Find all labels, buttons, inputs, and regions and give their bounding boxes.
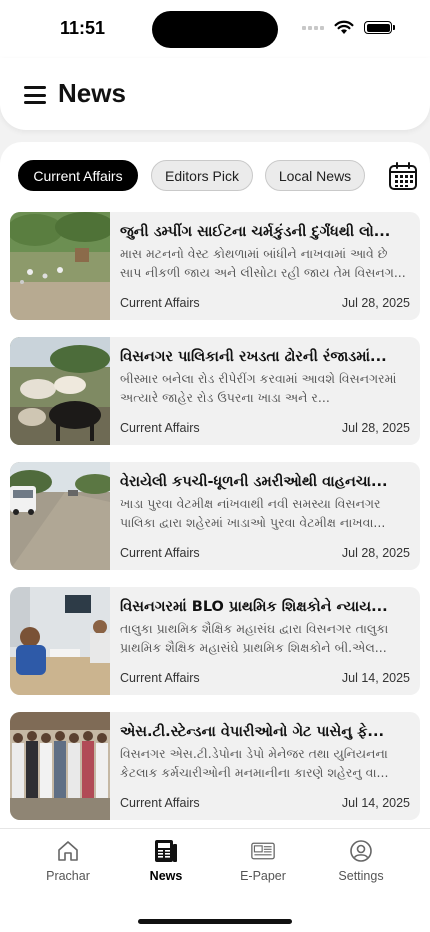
news-title: જુની ડમ્પીંગ સાઈટના ચર્મકુંડની દુર્ગંધથી… xyxy=(120,224,391,240)
hamburger-menu-icon[interactable] xyxy=(24,86,46,104)
news-category: Current Affairs xyxy=(120,296,200,310)
news-title: વેરાયેલી કપચી-ધૂળની ડમરીઓથી વાહનચા... xyxy=(120,474,388,490)
chip-local-news[interactable]: Local News xyxy=(265,160,365,191)
news-card[interactable]: વિસનગર પાલિકાની રખડતા ઢોરની રંજાડમાં... … xyxy=(10,337,420,445)
news-summary: વિસનગર એસ.ટી.ડેપોના ડેપો મેનેજર તથા યુનિ… xyxy=(120,746,389,780)
status-time: 11:51 xyxy=(60,18,106,38)
category-chips: Current Affairs Editors Pick Local News xyxy=(18,160,418,192)
tab-epaper[interactable]: E-Paper xyxy=(218,839,308,883)
news-date: Jul 14, 2025 xyxy=(341,796,410,810)
wifi-icon xyxy=(334,20,354,34)
tab-label: News xyxy=(149,869,183,883)
news-content: Current Affairs Editors Pick Local News xyxy=(0,142,430,832)
news-thumbnail xyxy=(10,587,110,695)
news-thumbnail xyxy=(10,712,110,820)
status-bar: 11:51 xyxy=(0,0,430,58)
dynamic-island xyxy=(152,11,278,48)
cellular-signal-icon xyxy=(302,25,324,30)
page-title: News xyxy=(58,78,126,108)
chip-editors-pick[interactable]: Editors Pick xyxy=(151,160,253,191)
app-header: News xyxy=(0,58,430,130)
calendar-icon[interactable] xyxy=(388,161,418,191)
news-title: વિસનગર પાલિકાની રખડતા ઢોરની રંજાડમાં... xyxy=(120,349,387,365)
status-icons xyxy=(302,20,395,35)
tab-settings[interactable]: Settings xyxy=(316,839,406,883)
home-icon xyxy=(58,841,78,861)
news-summary: માસ મટનનો વેસ્ટ કોથળામાં બાંધીને નાખવામા… xyxy=(120,246,406,280)
news-summary: બીસ્માર બનેલા રોડ રીપેરીંગ કરવામાં આવશે … xyxy=(120,371,397,405)
news-card[interactable]: વેરાયેલી કપચી-ધૂળની ડમરીઓથી વાહનચા... ખા… xyxy=(10,462,420,570)
tab-news[interactable]: News xyxy=(121,839,211,883)
news-date: Jul 28, 2025 xyxy=(341,546,410,560)
news-title: એસ.ટી.સ્ટેન્ડના વેપારીઓનો ગેટ પાસેનુ ફે.… xyxy=(120,724,384,740)
news-title: વિસનગરમાં BLO પ્રાથમિક શિક્ષકોને ન્યાય..… xyxy=(120,599,388,615)
news-thumbnail xyxy=(10,337,110,445)
news-card[interactable]: વિસનગરમાં BLO પ્રાથમિક શિક્ષકોને ન્યાય..… xyxy=(10,587,420,695)
tab-label: Prachar xyxy=(46,869,90,883)
home-indicator[interactable] xyxy=(138,919,292,924)
bottom-tab-bar: Prachar News E-Paper Settings xyxy=(0,828,430,932)
tab-prachar[interactable]: Prachar xyxy=(23,839,113,883)
news-date: Jul 28, 2025 xyxy=(341,421,410,435)
news-summary: તાલુકા પ્રાથમિક શૈક્ષિક મહાસંઘ દ્વારા વિ… xyxy=(120,621,389,655)
news-category: Current Affairs xyxy=(120,671,200,685)
chip-current-affairs[interactable]: Current Affairs xyxy=(18,160,138,191)
news-thumbnail xyxy=(10,212,110,320)
user-circle-icon xyxy=(350,840,372,862)
tab-label: E-Paper xyxy=(240,869,286,883)
news-date: Jul 28, 2025 xyxy=(341,296,410,310)
tab-label: Settings xyxy=(338,869,384,883)
news-date: Jul 14, 2025 xyxy=(341,671,410,685)
news-category: Current Affairs xyxy=(120,546,200,560)
news-card[interactable]: એસ.ટી.સ્ટેન્ડના વેપારીઓનો ગેટ પાસેનુ ફે.… xyxy=(10,712,420,820)
news-card[interactable]: જુની ડમ્પીંગ સાઈટના ચર્મકુંડની દુર્ગંધથી… xyxy=(10,212,420,320)
news-category: Current Affairs xyxy=(120,421,200,435)
news-category: Current Affairs xyxy=(120,796,200,810)
newspaper-icon xyxy=(155,840,177,862)
news-thumbnail xyxy=(10,462,110,570)
epaper-icon xyxy=(251,842,275,860)
news-summary: ખાડા પુરવા વેટમીક્ષ નાંખવાથી નવી સમસ્યા … xyxy=(120,496,386,530)
battery-icon xyxy=(364,21,395,34)
